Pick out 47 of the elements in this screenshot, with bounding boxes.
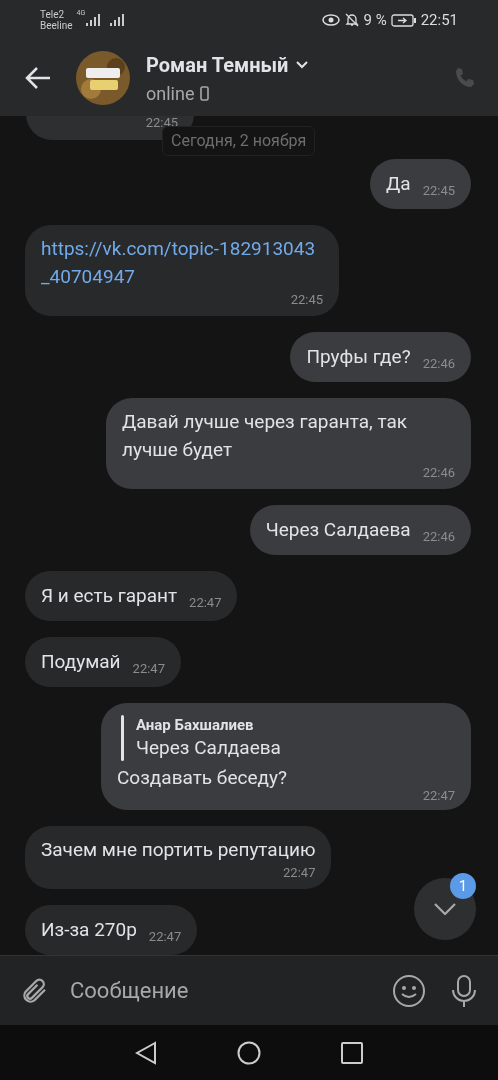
microphone-icon[interactable]	[450, 973, 478, 1008]
message-text: Я и есть гарант	[41, 582, 178, 609]
message-time: 22:46	[422, 529, 455, 544]
message-time: 22:46	[422, 465, 455, 480]
carrier-name: Beeline	[40, 20, 73, 31]
clock: 22:51	[420, 9, 458, 31]
message-time: 22:47	[148, 929, 182, 944]
muted-bell-icon	[343, 12, 360, 28]
message-text: Да	[386, 170, 411, 197]
quote-author: Анар Бахшалиев	[136, 715, 255, 735]
chevron-down-icon	[434, 903, 456, 915]
home-circle-icon[interactable]	[237, 1040, 261, 1065]
unread-badge: 1	[450, 873, 476, 899]
smiley-icon[interactable]	[392, 973, 426, 1008]
back-triangle-icon[interactable]	[135, 1040, 157, 1065]
message-time: 22:47	[422, 788, 455, 803]
contact-name[interactable]: Роман Темный	[146, 49, 289, 80]
signal-icon	[85, 14, 102, 26]
message-time: 22:47	[132, 661, 165, 676]
back-arrow-icon	[24, 66, 52, 90]
message-input[interactable]: Сообщение	[70, 974, 392, 1007]
eye-icon	[321, 14, 340, 26]
online-status: online	[146, 81, 195, 106]
message-text: Подумай	[41, 648, 121, 675]
message-text: Создавать беседу?	[117, 765, 288, 791]
message-time: 22:47	[189, 595, 222, 610]
message-time: 22:46	[422, 356, 455, 371]
message-text: Пруфы где?	[306, 343, 411, 370]
message-time: 22:45	[422, 183, 455, 198]
message-text: Из-за 270р	[41, 916, 137, 943]
quote-bar	[121, 715, 124, 761]
call-icon	[453, 66, 477, 90]
message-text: Давай лучше через гаранта, так лучше будет	[122, 409, 409, 463]
message-text: Зачем мне портить репутацию	[41, 837, 316, 863]
message-time: 22:45	[290, 292, 323, 307]
battery-percent: 9 %	[363, 9, 387, 31]
signal-icon	[109, 14, 126, 26]
message-link[interactable]: https://vk.com/topic-182913043_40704947	[41, 235, 323, 291]
message-time: 22:47	[283, 865, 316, 880]
quote-text: Через Салдаева	[136, 735, 281, 761]
chevron-down-icon[interactable]	[296, 60, 309, 69]
square-icon[interactable]	[341, 1041, 363, 1064]
carrier-name: Tele2	[40, 9, 66, 20]
battery-icon	[390, 13, 417, 27]
composer-bar[interactable]: Сообщение	[0, 955, 498, 1025]
phone-icon	[200, 85, 210, 101]
message-text: Через Салдаева	[265, 516, 411, 543]
